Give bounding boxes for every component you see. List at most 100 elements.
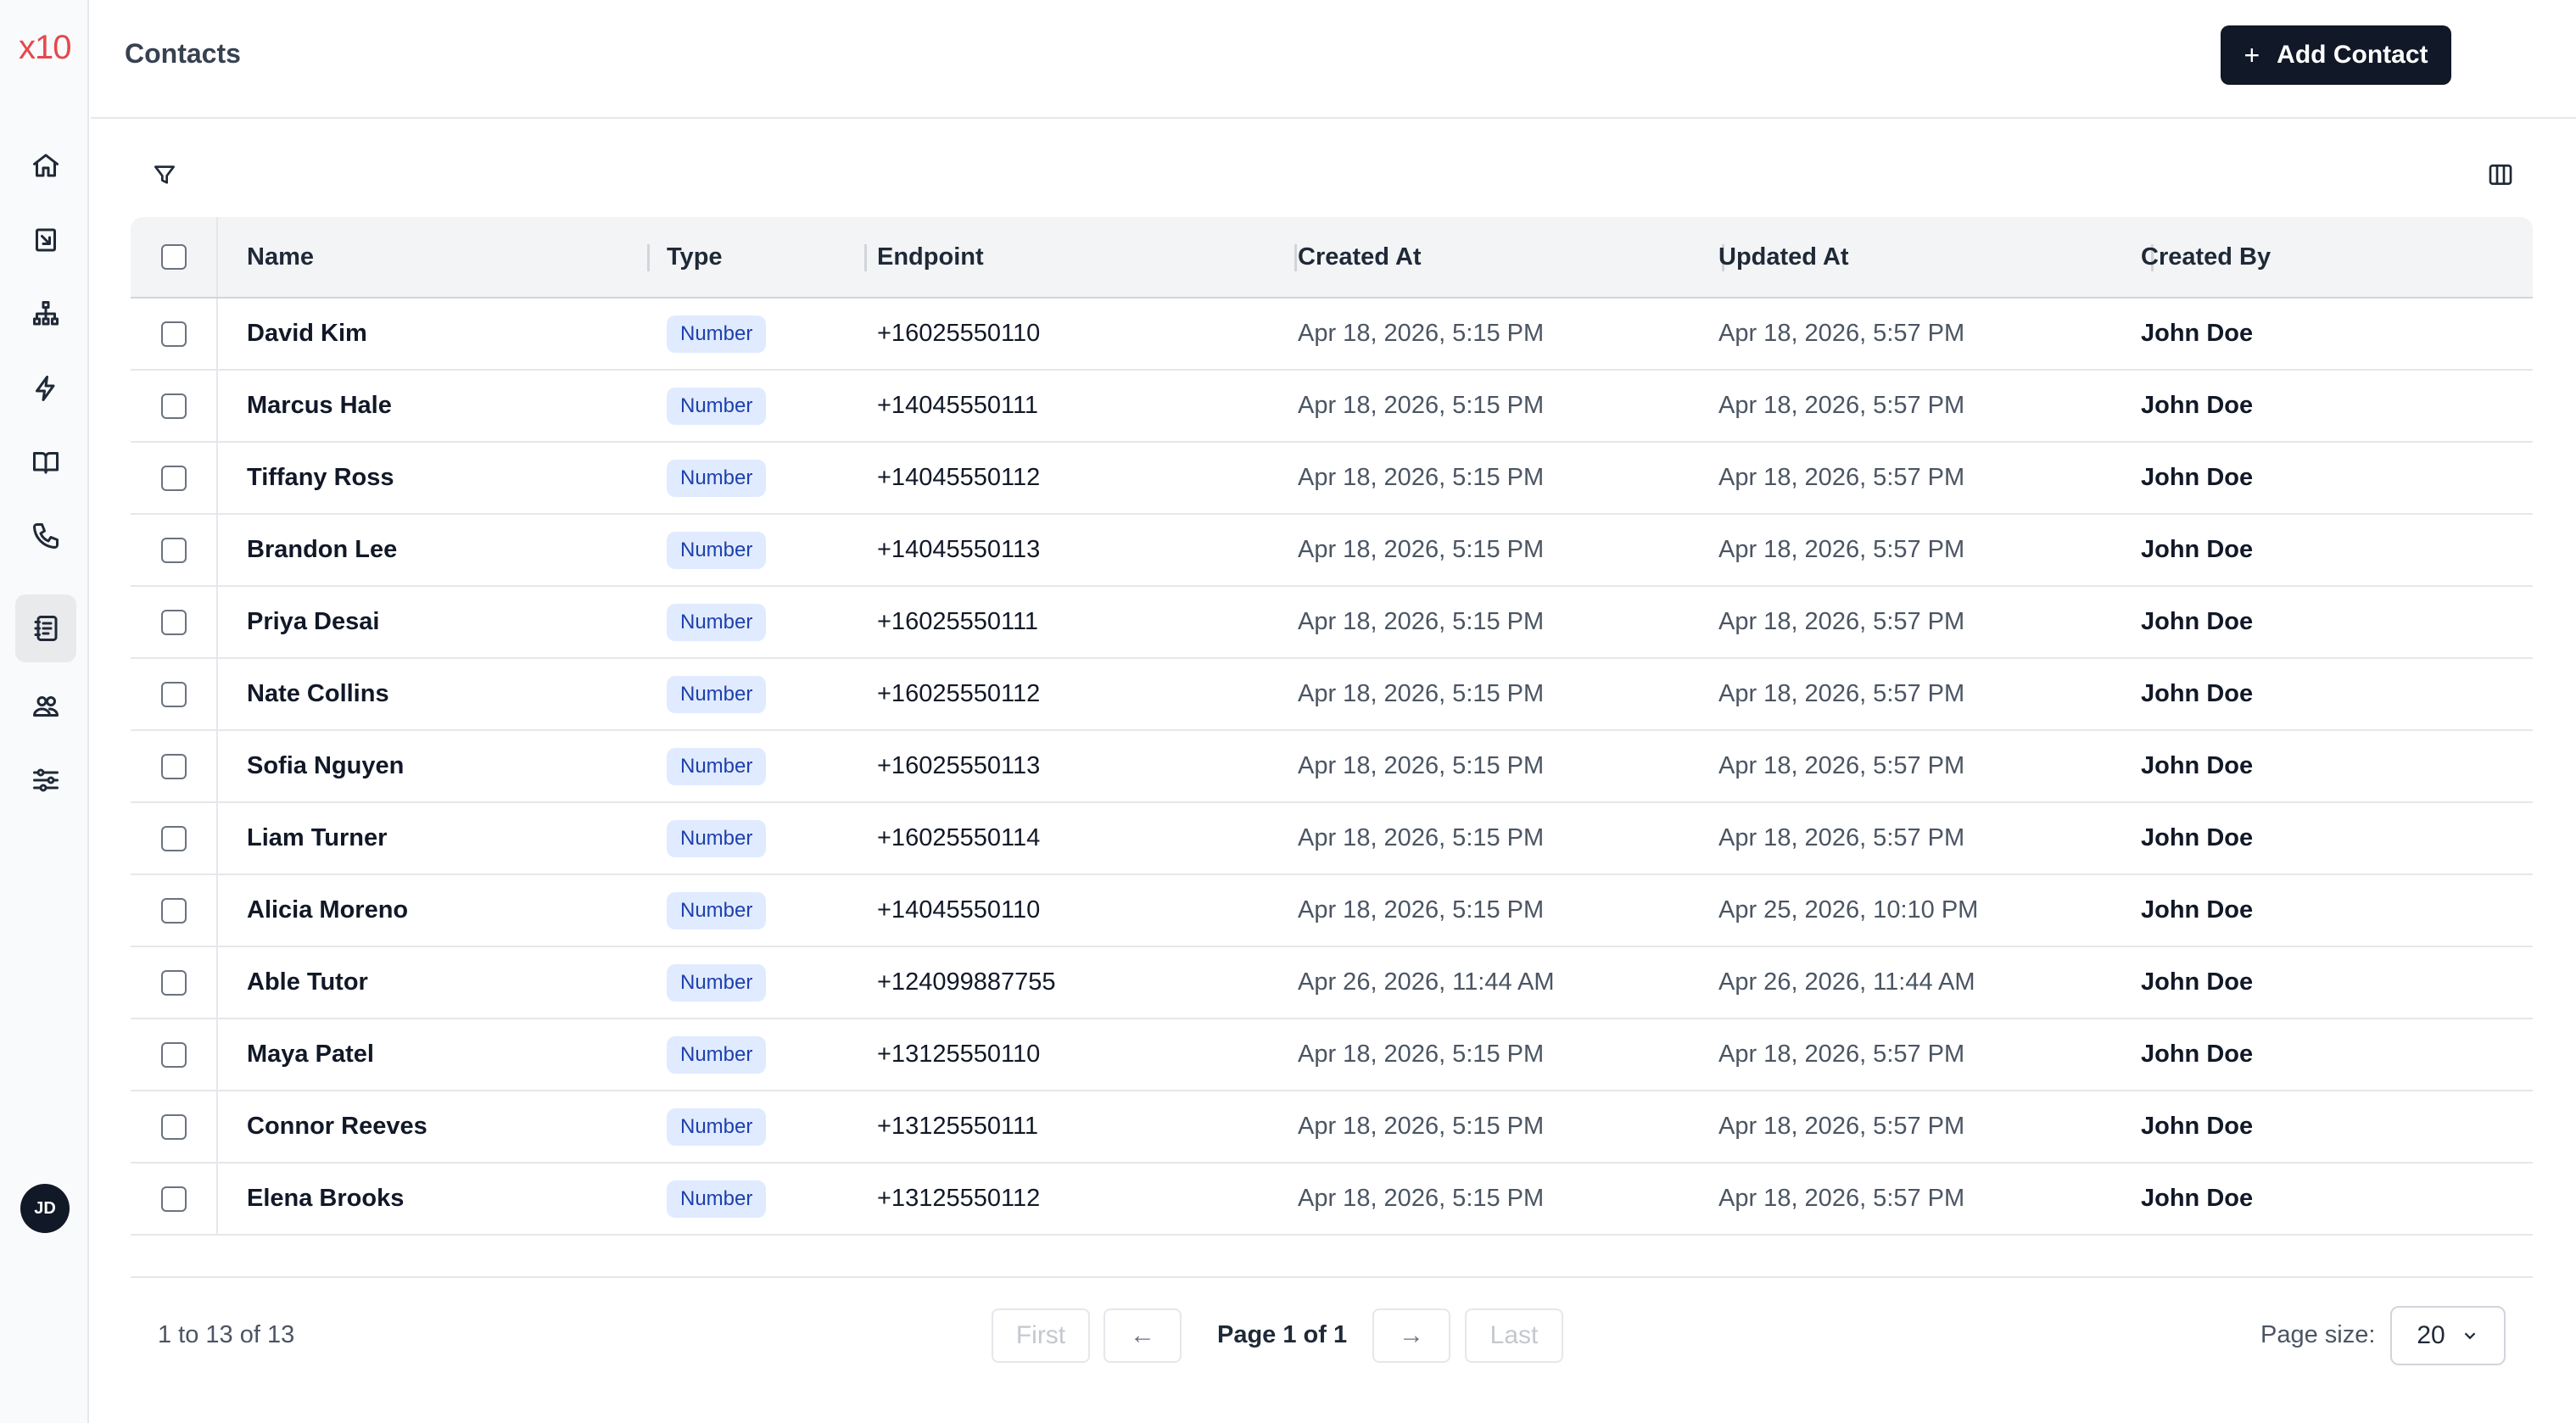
last-page-button[interactable]: Last	[1465, 1309, 1563, 1363]
column-header-type[interactable]: Type	[667, 217, 723, 297]
contact-name[interactable]: Sofia Nguyen	[247, 731, 404, 801]
table-row[interactable]: Brandon Lee Number +14045550113 Apr 18, 202…	[131, 515, 2533, 587]
row-checkbox[interactable]	[160, 969, 187, 996]
type-badge: Number	[667, 1180, 767, 1218]
endpoint-cell: +16025550111	[877, 608, 1039, 635]
row-checkbox[interactable]	[160, 825, 187, 851]
updated-at-cell: Apr 18, 2026, 5:57 PM	[1718, 392, 1965, 419]
sidebar-item-settings[interactable]	[15, 746, 76, 814]
inbox-icon	[36, 228, 56, 252]
row-checkbox[interactable]	[160, 1186, 187, 1212]
contact-name[interactable]: David Kim	[247, 299, 367, 369]
created-at-cell: Apr 18, 2026, 5:15 PM	[1298, 1113, 1545, 1140]
row-checkbox[interactable]	[160, 609, 187, 635]
endpoint-cell: +16025550113	[877, 752, 1041, 779]
header-checkbox-cell	[131, 217, 218, 297]
sidebar-item-inbox[interactable]	[15, 206, 76, 274]
row-checkbox[interactable]	[160, 1113, 187, 1140]
contact-name[interactable]: Connor Reeves	[247, 1091, 427, 1162]
sidebar-item-calls[interactable]	[15, 502, 76, 570]
contact-name[interactable]: Maya Patel	[247, 1019, 374, 1090]
type-badge: Number	[667, 819, 767, 857]
add-contact-label: Add Contact	[2277, 41, 2428, 69]
column-resize-handle[interactable]	[864, 244, 867, 271]
contact-name[interactable]: Able Tutor	[247, 947, 368, 1018]
table-row[interactable]: Connor Reeves Number +13125550111 Apr 18, 2…	[131, 1091, 2533, 1164]
row-checkbox[interactable]	[160, 753, 187, 779]
column-header-endpoint[interactable]: Endpoint	[877, 217, 984, 297]
column-header-created-by[interactable]: Created By	[2141, 217, 2271, 297]
select-all-checkbox[interactable]	[160, 244, 187, 270]
contact-name[interactable]: Brandon Lee	[247, 515, 397, 585]
table-row[interactable]: Elena Brooks Number +13125550112 Apr 18, 20…	[131, 1164, 2533, 1236]
row-checkbox[interactable]	[160, 465, 187, 491]
table-row[interactable]: Liam Turner Number +16025550114 Apr 18, 202…	[131, 803, 2533, 875]
contact-name[interactable]: Elena Brooks	[247, 1164, 404, 1234]
column-header-name[interactable]: Name	[247, 217, 314, 297]
sidebar-item-workflows[interactable]	[15, 280, 76, 348]
created-at-cell: Apr 18, 2026, 5:15 PM	[1298, 896, 1545, 924]
row-checkbox[interactable]	[160, 321, 187, 347]
contact-name[interactable]: Tiffany Ross	[247, 443, 394, 513]
sidebar-item-team[interactable]	[15, 672, 76, 740]
table-row[interactable]: Alicia Moreno Number +14045550110 Apr 18, 2…	[131, 875, 2533, 947]
table-row[interactable]: Marcus Hale Number +14045550111 Apr 18, 202…	[131, 371, 2533, 443]
contact-name[interactable]: Priya Desai	[247, 587, 379, 657]
row-checkbox[interactable]	[160, 897, 187, 924]
page-size-label: Page size:	[2260, 1321, 2376, 1348]
contact-name[interactable]: Alicia Moreno	[247, 875, 408, 946]
previous-page-button[interactable]: ←	[1104, 1309, 1182, 1363]
contact-name[interactable]: Liam Turner	[247, 803, 387, 873]
created-by-cell: John Doe	[2141, 320, 2254, 347]
column-header-updated-at[interactable]: Updated At	[1718, 217, 1849, 297]
table-row[interactable]: David Kim Number +16025550110 Apr 18, 2026,…	[131, 299, 2533, 371]
chevron-down-icon	[2464, 1332, 2475, 1340]
plus-icon: +	[2244, 39, 2260, 70]
add-contact-button[interactable]: + Add Contact	[2221, 25, 2451, 85]
table-row[interactable]: Priya Desai Number +16025550111 Apr 18, 202…	[131, 587, 2533, 659]
app-logo[interactable]: x10	[19, 29, 71, 67]
columns-button[interactable]	[2484, 158, 2517, 192]
next-page-button[interactable]: →	[1372, 1309, 1450, 1363]
updated-at-cell: Apr 26, 2026, 11:44 AM	[1718, 968, 1975, 996]
table-row[interactable]: Sofia Nguyen Number +16025550113 Apr 18, 20…	[131, 731, 2533, 803]
table-row[interactable]: Nate Collins Number +16025550112 Apr 18, 20…	[131, 659, 2533, 731]
type-cell: Number	[667, 515, 767, 585]
table-row[interactable]: Able Tutor Number +124099887755 Apr 26, 202…	[131, 947, 2533, 1019]
contact-name[interactable]: Nate Collins	[247, 659, 389, 729]
type-cell: Number	[667, 299, 767, 369]
table-row[interactable]: Maya Patel Number +13125550110 Apr 18, 2026…	[131, 1019, 2533, 1091]
filter-icon	[154, 165, 175, 184]
updated-at-cell: Apr 18, 2026, 5:57 PM	[1718, 464, 1965, 491]
column-header-created-at[interactable]: Created At	[1298, 217, 1422, 297]
first-page-button[interactable]: First	[992, 1309, 1090, 1363]
type-badge: Number	[667, 963, 767, 1002]
endpoint-cell: +16025550114	[877, 824, 1041, 851]
arrow-right-icon: →	[1399, 1321, 1424, 1349]
row-checkbox[interactable]	[160, 681, 187, 707]
row-checkbox[interactable]	[160, 393, 187, 419]
type-cell: Number	[667, 1019, 767, 1090]
endpoint-cell: +14045550110	[877, 896, 1041, 924]
type-cell: Number	[667, 1091, 767, 1162]
avatar[interactable]: JD	[20, 1184, 70, 1233]
sidebar-item-knowledge[interactable]	[15, 428, 76, 496]
updated-at-cell: Apr 18, 2026, 5:57 PM	[1718, 824, 1965, 851]
column-resize-handle[interactable]	[1294, 244, 1297, 271]
row-checkbox[interactable]	[160, 537, 187, 563]
column-resize-handle[interactable]	[647, 244, 650, 271]
contact-name[interactable]: Marcus Hale	[247, 371, 392, 441]
created-by-cell: John Doe	[2141, 608, 2254, 635]
row-checkbox[interactable]	[160, 1041, 187, 1068]
table-row[interactable]: Tiffany Ross Number +14045550112 Apr 18, 20…	[131, 443, 2533, 515]
created-by-cell: John Doe	[2141, 680, 2254, 707]
sidebar-item-actions[interactable]	[15, 354, 76, 422]
type-cell: Number	[667, 803, 767, 873]
columns-icon	[2489, 165, 2512, 185]
contacts-table: Name Type Endpoint Created At Updated At…	[131, 217, 2533, 1236]
created-by-cell: John Doe	[2141, 392, 2254, 419]
sidebar-item-contacts[interactable]	[15, 594, 76, 662]
filter-button[interactable]	[148, 158, 182, 192]
sidebar-item-home[interactable]	[15, 131, 76, 199]
page-size-select[interactable]: 20	[2390, 1306, 2506, 1365]
